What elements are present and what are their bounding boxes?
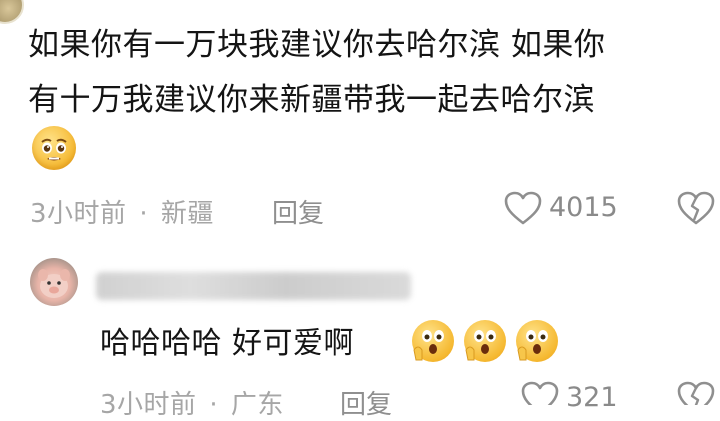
like-count: 4015 [549,192,618,223]
meta-separator: · [139,199,149,229]
shocked-face-emoji [464,320,506,362]
heart-outline-icon[interactable] [520,380,560,405]
previous-user-avatar[interactable] [0,0,24,24]
heart-outline-icon[interactable] [503,190,543,226]
like-count: 321 [566,382,618,413]
reply-button[interactable]: 回复 [272,193,324,230]
broken-heart-icon[interactable] [676,190,716,226]
comment-location: 新疆 [160,199,214,229]
reply-location: 广东 [230,390,284,420]
blurred-username [96,272,411,300]
comment-text: 如果你有一万块我建议你去哈尔滨 如果你 有十万我建议你来新疆带我一起去哈尔滨 [28,18,708,128]
reply-user-avatar[interactable] [30,258,78,306]
reply-time: 3小时前 [100,390,197,420]
meta-separator: · [209,390,219,420]
reply-button[interactable]: 回复 [340,384,392,421]
broken-heart-icon[interactable] [676,380,716,405]
comment-text-line1: 如果你有一万块我建议你去哈尔滨 如果你 [28,27,606,63]
reply-text: 哈哈哈哈 好可爱啊 [100,326,355,361]
comment-time: 3小时前 [30,199,127,229]
shocked-face-emoji [516,320,558,362]
comment-text-line2: 有十万我建议你来新疆带我一起去哈尔滨 [28,82,595,118]
reply-meta: 3小时前 · 广东 [100,384,284,421]
shocked-face-emoji [412,320,454,362]
pleading-face-emoji [32,126,76,170]
comment-meta: 3小时前 · 新疆 [30,193,214,230]
